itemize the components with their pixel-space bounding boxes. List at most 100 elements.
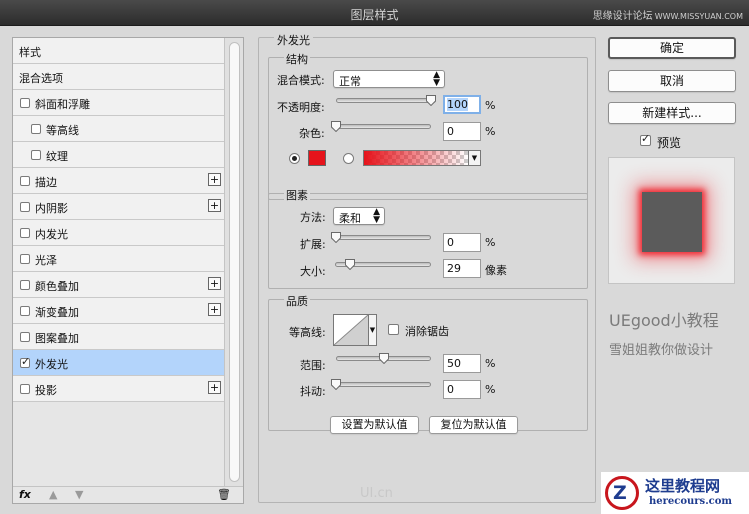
style-item-label: 纹理 [46,150,68,163]
add-effect-icon[interactable]: + [208,199,221,212]
new-style-button[interactable]: 新建样式... [608,102,736,124]
preview-square [642,192,702,252]
slider-thumb-icon[interactable] [345,259,355,270]
size-input[interactable]: 29 [443,259,481,278]
outer-glow-title: 外发光 [274,32,313,48]
style-list-item[interactable]: 描边 + [13,168,225,194]
slider-thumb-icon[interactable] [426,95,436,106]
spread-slider[interactable] [331,232,431,243]
glow-gradient-swatch[interactable] [363,150,469,166]
jitter-slider[interactable] [331,379,431,390]
blend-mode-value: 正常 [339,75,361,88]
style-checkbox[interactable] [20,176,30,186]
style-item-label: 内阴影 [35,202,68,215]
slider-track [331,124,431,129]
trash-icon[interactable]: 🗑 [217,488,231,501]
range-label: 范围: [300,359,326,372]
style-list-item[interactable]: 样式 [13,38,225,64]
contour-dropdown-arrow-icon[interactable]: ▼ [369,314,377,346]
style-list-item[interactable]: 图案叠加 [13,324,225,350]
style-checkbox[interactable] [20,355,30,368]
style-list-item[interactable]: 混合选项 [13,64,225,90]
title-bar: 图层样式 思缘设计论坛 WWW.MISSYUAN.COM [0,0,749,26]
style-checkbox[interactable] [20,384,30,394]
site-logo: Z 这里教程网 herecours.com [601,472,749,514]
size-slider[interactable] [335,259,431,270]
style-item-label: 描边 [35,176,57,189]
preview-checkbox[interactable] [640,132,651,146]
logo-badge-icon: Z [605,476,639,510]
style-list-item[interactable]: 等高线 [13,116,225,142]
make-default-button[interactable]: 设置为默认值 [330,416,419,434]
style-checkbox[interactable] [20,306,30,316]
style-list-item[interactable]: 纹理 [13,142,225,168]
updown-arrow-icon: ▲ ▼ [373,207,380,225]
spread-label: 扩展: [300,238,326,251]
style-list-scrollbar[interactable] [224,38,243,488]
style-checkbox[interactable] [20,280,30,290]
style-list-item[interactable]: 内阴影 + [13,194,225,220]
contour-curve-icon [333,314,369,346]
contour-preview[interactable] [333,314,369,346]
gradient-dropdown-arrow-icon[interactable]: ▼ [468,150,481,166]
solid-color-radio[interactable] [289,153,300,164]
style-item-label: 渐变叠加 [35,306,79,319]
style-list-item[interactable]: 颜色叠加 + [13,272,225,298]
slider-thumb-icon[interactable] [331,121,341,132]
antialias-label: 消除锯齿 [405,325,449,338]
style-checkbox[interactable] [31,124,41,134]
method-label: 方法: [300,211,326,224]
style-list-item[interactable]: 光泽 [13,246,225,272]
noise-input[interactable]: 0 [443,122,481,141]
opacity-input[interactable]: 100 [443,95,481,114]
fx-icon[interactable]: fx [19,488,31,501]
slider-thumb-icon[interactable] [331,379,341,390]
add-effect-icon[interactable]: + [208,381,221,394]
logo-title: 这里教程网 [645,477,721,495]
opacity-slider[interactable] [336,95,436,106]
gradient-radio[interactable] [343,153,354,164]
spread-unit: % [485,236,496,249]
elements-title: 图素 [284,187,310,203]
style-checkbox[interactable] [20,332,30,342]
style-list-item[interactable]: 内发光 [13,220,225,246]
cancel-button[interactable]: 取消 [608,70,736,92]
range-slider[interactable] [336,353,431,364]
quality-title: 品质 [284,293,310,309]
add-effect-icon[interactable]: + [208,173,221,186]
updown-arrow-icon: ▲ ▼ [433,70,440,88]
reset-default-button[interactable]: 复位为默认值 [429,416,518,434]
antialias-checkbox[interactable] [388,324,399,335]
style-item-label: 混合选项 [19,72,63,85]
noise-slider[interactable] [331,121,431,132]
add-effect-icon[interactable]: + [208,303,221,316]
style-list-item[interactable]: 渐变叠加 + [13,298,225,324]
style-item-label: 样式 [19,46,41,59]
watermark-url: WWW.MISSYUAN.COM [654,12,743,21]
blend-mode-select[interactable]: 正常 ▲ ▼ [333,70,445,88]
style-checkbox[interactable] [20,202,30,212]
range-input[interactable]: 50 [443,354,481,373]
ok-button[interactable]: 确定 [608,37,736,59]
noise-unit: % [485,125,496,138]
style-checkbox[interactable] [20,228,30,238]
add-effect-icon[interactable]: + [208,277,221,290]
move-up-icon[interactable]: ▲ [49,488,57,501]
glow-color-swatch[interactable] [308,150,326,166]
jitter-unit: % [485,383,496,396]
spread-input[interactable]: 0 [443,233,481,252]
style-list-item[interactable]: 外发光 [13,350,225,376]
style-checkbox[interactable] [20,98,30,108]
slider-thumb-icon[interactable] [379,353,389,364]
method-select[interactable]: 柔和 ▲ ▼ [333,207,385,225]
scrollbar-thumb[interactable] [229,42,240,482]
jitter-input[interactable]: 0 [443,380,481,399]
style-list-item[interactable]: 斜面和浮雕 [13,90,225,116]
slider-track [331,235,431,240]
brand-line-1: UEgood小教程 [609,311,719,330]
move-down-icon[interactable]: ▼ [75,488,83,501]
slider-thumb-icon[interactable] [331,232,341,243]
style-checkbox[interactable] [31,150,41,160]
style-list-item[interactable]: 投影 + [13,376,225,402]
style-checkbox[interactable] [20,254,30,264]
